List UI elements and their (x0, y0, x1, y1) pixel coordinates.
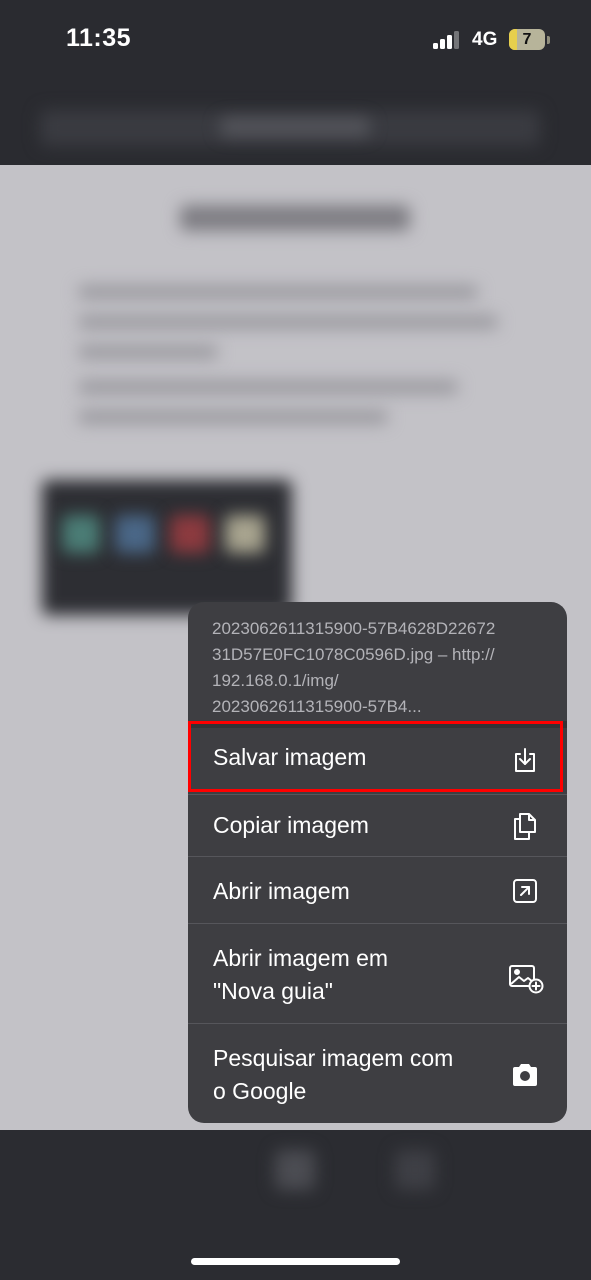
camera-lens-icon (513, 1064, 537, 1086)
battery-tip (547, 36, 550, 44)
header-line: 192.168.0.1/img/ (212, 671, 339, 690)
menu-item-label: Copiar imagem (213, 812, 369, 838)
menu-item-label: Abrir imagem em (213, 945, 389, 971)
highlight-annotation (188, 721, 563, 792)
image-url-header: 2023062611315900-57B4628D22672 31D57E0FC… (212, 616, 547, 720)
network-type: 4G (472, 29, 498, 50)
open-image-new-tab-menu-item[interactable]: Abrir imagem em "Nova guia" (188, 924, 567, 1023)
battery-icon: 7 (509, 29, 545, 50)
menu-item-label: "Nova guia" (213, 978, 333, 1004)
copy-documents-icon (514, 813, 536, 840)
battery-level: 7 (522, 31, 532, 48)
image-context-menu: 2023062611315900-57B4628D22672 31D57E0FC… (188, 602, 567, 1123)
menu-item-label: o Google (213, 1078, 307, 1104)
open-image-menu-item[interactable]: Abrir imagem (188, 857, 567, 923)
header-line: 31D57E0FC1078C0596D.jpg – http:// (212, 645, 495, 664)
menu-item-label: Pesquisar imagem com (213, 1045, 454, 1071)
cellular-signal-icon (433, 31, 463, 49)
search-image-google-menu-item[interactable]: Pesquisar imagem com o Google (188, 1024, 567, 1123)
open-external-arrow-icon (513, 879, 537, 903)
status-time: 11:35 (66, 24, 132, 52)
menu-item-label: Abrir imagem (213, 878, 350, 904)
home-indicator[interactable] (191, 1258, 400, 1265)
image-add-icon (509, 965, 544, 994)
header-line: 2023062611315900-57B4628D22672 (212, 619, 496, 638)
header-line: 2023062611315900-57B4... (212, 697, 422, 716)
copy-image-menu-item[interactable]: Copiar imagem (188, 795, 567, 861)
